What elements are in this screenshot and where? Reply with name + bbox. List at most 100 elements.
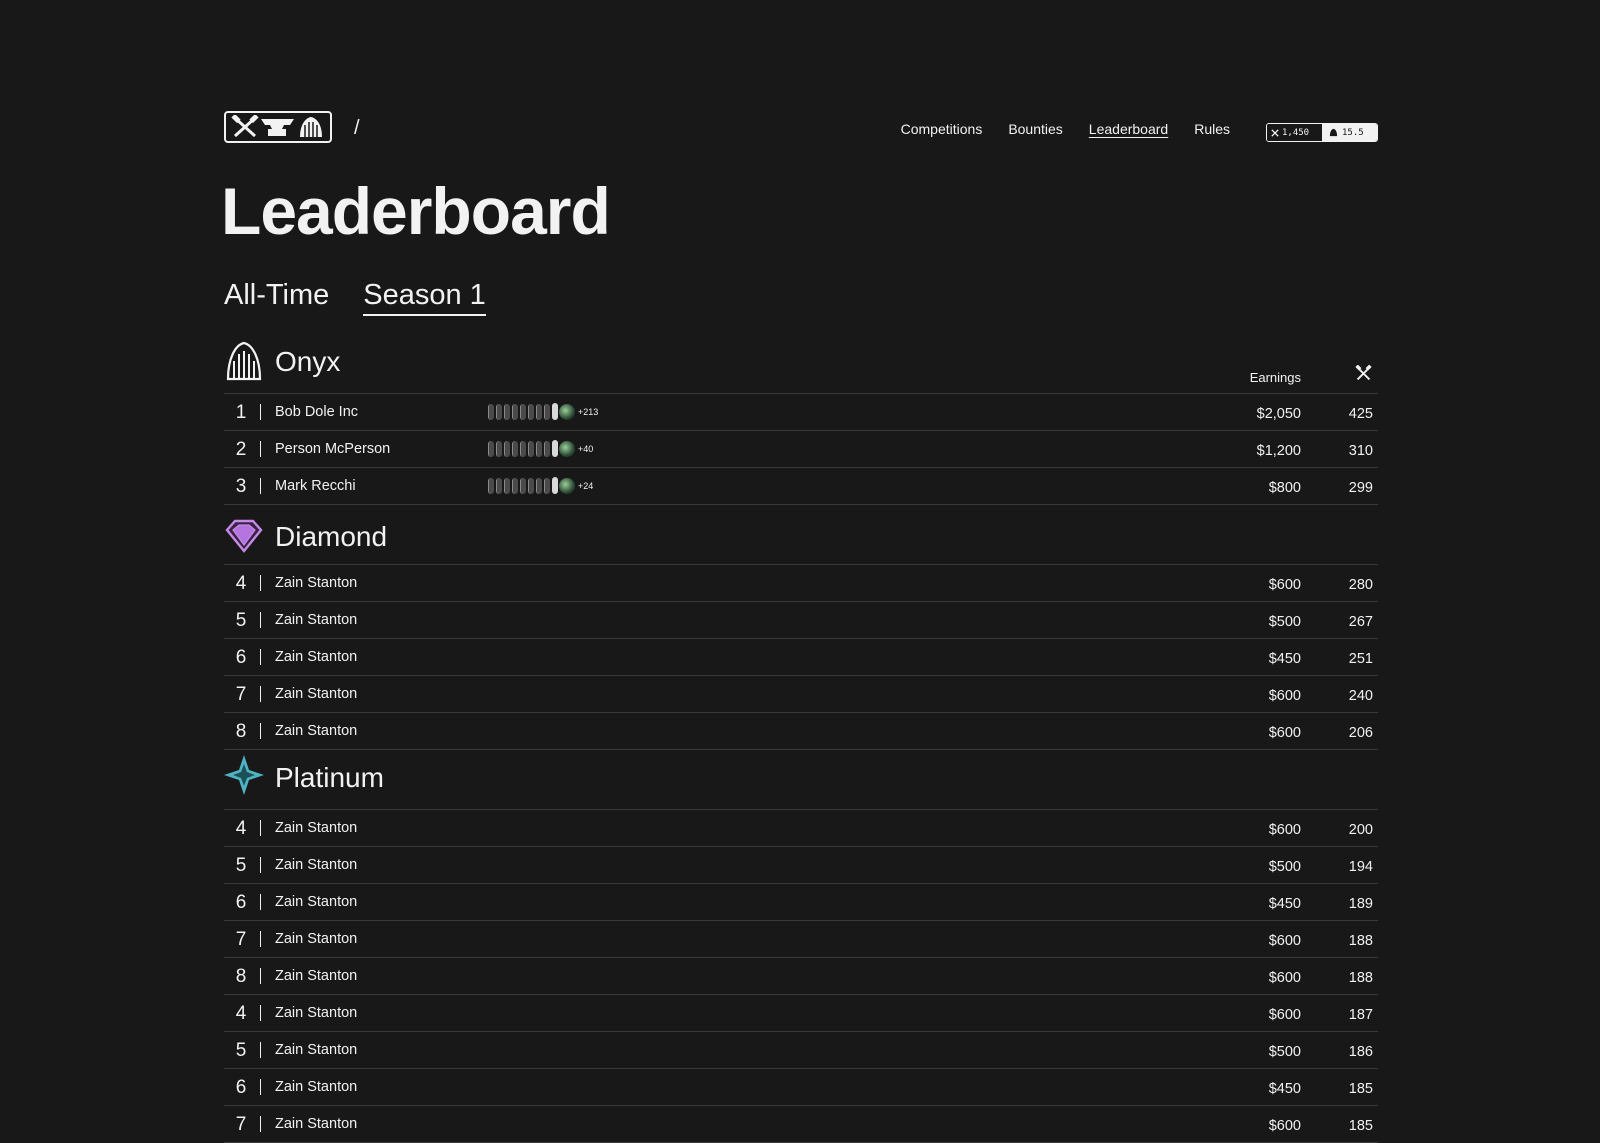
history-pill — [512, 477, 518, 494]
tab-season-1[interactable]: Season 1 — [363, 279, 486, 316]
competitor-name[interactable]: Zain Stanton — [275, 1005, 357, 1021]
earnings-value: $600 — [1268, 725, 1301, 741]
competitor-name[interactable]: Mark Recchi — [275, 478, 356, 494]
leaderboard-row[interactable]: 8 Zain Stanton $600 188 — [224, 958, 1378, 995]
leaderboard-row[interactable]: 8 Zain Stanton $600 206 — [224, 713, 1378, 750]
rank-divider — [260, 575, 261, 591]
leaderboard-row[interactable]: 6 Zain Stanton $450 251 — [224, 639, 1378, 676]
competitor-name[interactable]: Zain Stanton — [275, 612, 357, 628]
competitor-name[interactable]: Zain Stanton — [275, 857, 357, 873]
tier-header: Platinum — [224, 755, 1378, 810]
hammers-logo-icon — [231, 115, 259, 138]
history-pill — [544, 403, 550, 420]
earnings-value: $500 — [1268, 1044, 1301, 1060]
leaderboard-row[interactable]: 7 Zain Stanton $600 240 — [224, 676, 1378, 713]
earnings-value: $600 — [1268, 1007, 1301, 1023]
rank: 5 — [235, 610, 247, 631]
points-value: 185 — [1348, 1118, 1373, 1134]
leaderboard-row[interactable]: 7 Zain Stanton $600 188 — [224, 921, 1378, 958]
leaderboard-row[interactable]: 5 Zain Stanton $500 194 — [224, 847, 1378, 884]
leaderboard-row[interactable]: 3 Mark Recchi +24 $800 299 — [224, 468, 1378, 505]
header: / Competitions Bounties Leaderboard Rule… — [224, 111, 1378, 147]
rank-divider — [260, 686, 261, 702]
rank-divider — [260, 649, 261, 665]
competitor-name[interactable]: Zain Stanton — [275, 686, 357, 702]
competitor-name[interactable]: Zain Stanton — [275, 931, 357, 947]
rank: 3 — [235, 476, 247, 497]
points-value: 187 — [1348, 1007, 1373, 1023]
nav-rules[interactable]: Rules — [1194, 121, 1230, 137]
rank-divider — [260, 894, 261, 910]
leaderboard-row[interactable]: 5 Zain Stanton $500 267 — [224, 602, 1378, 639]
leaderboard-row[interactable]: 6 Zain Stanton $450 189 — [224, 884, 1378, 921]
rank-history: +40 — [488, 440, 593, 457]
points-value: 425 — [1348, 406, 1373, 422]
points-value: 200 — [1348, 822, 1373, 838]
logo[interactable] — [224, 111, 332, 143]
nav-competitions[interactable]: Competitions — [901, 121, 983, 137]
earnings-column-header[interactable]: Earnings — [1250, 370, 1301, 385]
competitor-name[interactable]: Zain Stanton — [275, 1042, 357, 1058]
leaderboard-row[interactable]: 4 Zain Stanton $600 200 — [224, 810, 1378, 847]
rank-divider — [260, 968, 261, 984]
history-pill — [528, 477, 534, 494]
leaderboard-row[interactable]: 7 Zain Stanton $600 185 — [224, 1106, 1378, 1143]
platinum-star-icon — [224, 755, 264, 795]
competitor-name[interactable]: Zain Stanton — [275, 649, 357, 665]
competitor-name[interactable]: Zain Stanton — [275, 575, 357, 591]
rank: 5 — [235, 855, 247, 876]
orb-icon — [559, 403, 575, 420]
tier-platinum: Platinum 4 Zain Stanton $600 200 5 Zain Stant… — [224, 755, 1378, 1143]
rank-history: +213 — [488, 403, 598, 420]
points-value: 188 — [1348, 970, 1373, 986]
competitor-name[interactable]: Person McPerson — [275, 441, 390, 457]
competitor-name[interactable]: Zain Stanton — [275, 820, 357, 836]
hammer-count: 1,450 — [1282, 127, 1310, 138]
competitor-name[interactable]: Zain Stanton — [275, 1079, 357, 1095]
tab-all-time[interactable]: All-Time — [224, 279, 329, 316]
history-pill — [520, 403, 526, 420]
rank: 7 — [235, 929, 247, 950]
earnings-value: $600 — [1268, 822, 1301, 838]
points-value: 185 — [1348, 1081, 1373, 1097]
points-value: 189 — [1348, 896, 1373, 912]
rank: 4 — [235, 818, 247, 839]
leaderboard-row[interactable]: 5 Zain Stanton $500 186 — [224, 1032, 1378, 1069]
points-value: 251 — [1348, 651, 1373, 667]
earnings-value: $600 — [1268, 933, 1301, 949]
history-pill — [488, 477, 494, 494]
earnings-value: $500 — [1268, 614, 1301, 630]
diamond-gem-icon — [225, 519, 263, 553]
history-pill — [504, 403, 510, 420]
competitor-name[interactable]: Zain Stanton — [275, 968, 357, 984]
nav-bounties[interactable]: Bounties — [1008, 121, 1062, 137]
rank: 4 — [235, 573, 247, 594]
rank-divider — [260, 478, 261, 494]
rank: 1 — [235, 402, 247, 423]
points-value: 240 — [1348, 688, 1373, 704]
main-nav: Competitions Bounties Leaderboard Rules — [901, 121, 1230, 137]
hammers-icon[interactable] — [1355, 365, 1372, 382]
wallet-balance[interactable]: 1,450 15.5 — [1266, 123, 1378, 142]
history-pill — [536, 440, 542, 457]
competitor-name[interactable]: Zain Stanton — [275, 894, 357, 910]
leaderboard-row[interactable]: 2 Person McPerson +40 $1,200 310 — [224, 431, 1378, 468]
earnings-value: $600 — [1268, 1118, 1301, 1134]
history-pill — [496, 440, 502, 457]
nav-leaderboard[interactable]: Leaderboard — [1089, 121, 1168, 137]
rank-divider — [260, 1116, 261, 1132]
leaderboard-row[interactable]: 4 Zain Stanton $600 280 — [224, 565, 1378, 602]
history-pill — [496, 477, 502, 494]
competitor-name[interactable]: Zain Stanton — [275, 1116, 357, 1132]
leaderboard-row[interactable]: 1 Bob Dole Inc +213 $2,050 425 — [224, 394, 1378, 431]
history-pill — [544, 477, 550, 494]
competitor-name[interactable]: Zain Stanton — [275, 723, 357, 739]
earnings-value: $450 — [1268, 896, 1301, 912]
leaderboard-row[interactable]: 4 Zain Stanton $600 187 — [224, 995, 1378, 1032]
history-pill — [520, 477, 526, 494]
history-pill — [504, 477, 510, 494]
leaderboard-row[interactable]: 6 Zain Stanton $450 185 — [224, 1069, 1378, 1106]
history-pill — [496, 403, 502, 420]
wing-logo-icon — [300, 117, 323, 137]
competitor-name[interactable]: Bob Dole Inc — [275, 404, 358, 420]
